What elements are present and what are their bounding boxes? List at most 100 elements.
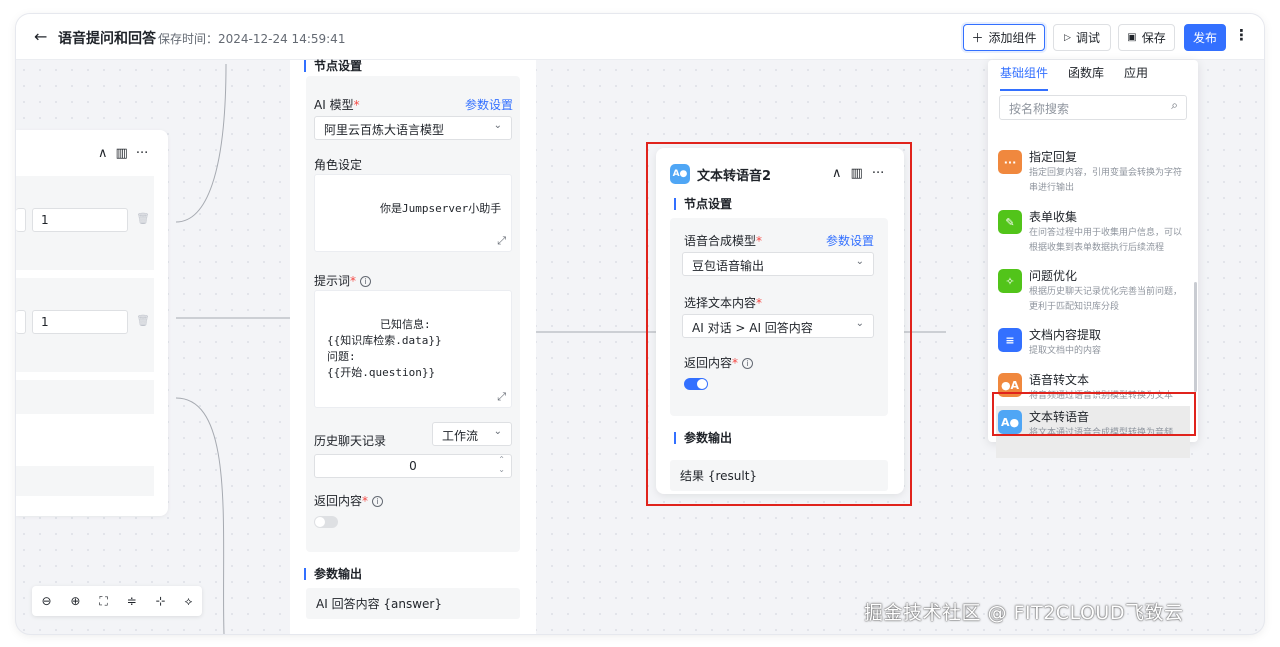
panel-scrollbar[interactable] [1194, 282, 1197, 392]
collapse-icon[interactable]: ∧ [98, 146, 108, 161]
trash-icon[interactable]: 🗑 [136, 314, 150, 327]
expand-all-icon[interactable]: ⊹ [156, 594, 166, 608]
branch-row[interactable] [16, 380, 154, 414]
save-label: 保存 [1141, 31, 1166, 45]
left-node[interactable]: ∧ ▥ ··· 1 🗑 1 🗑 [16, 130, 168, 516]
text-content-value: AI 对话 > AI 回答内容 [692, 321, 813, 335]
expand-icon[interactable]: ⤢ [497, 389, 506, 405]
history-source-select[interactable]: 工作流 ⌄ [432, 422, 512, 446]
return-toggle[interactable] [684, 378, 708, 390]
component-title: 表单收集 [1029, 210, 1078, 224]
output-row: 结果 {result} [670, 460, 888, 491]
component-desc: 提取文档中的内容 [1029, 346, 1102, 356]
tab-functions[interactable]: 函数库 [1068, 64, 1104, 91]
node-settings-panel: AI 模型* 参数设置 阿里云百炼大语言模型 ⌄ 角色设定 你是Jumpserv… [306, 76, 520, 552]
prompt-label: 提示词* i [314, 272, 372, 289]
output-row: AI 回答内容 {answer} [306, 588, 520, 619]
debug-button[interactable]: ▷ 调试 [1053, 24, 1111, 51]
chevron-down-icon: ⌄ [493, 120, 502, 131]
tts-model-select[interactable]: 豆包语音输出 ⌄ [682, 252, 874, 276]
component-desc: 在问答过程中用于收集用户信息，可以根据收集到表单数据执行后续流程 [1029, 228, 1183, 253]
text-content-select[interactable]: AI 对话 > AI 回答内容 ⌄ [682, 314, 874, 338]
section-node-settings: 节点设置 [304, 60, 362, 72]
zoom-in-icon[interactable]: ⊕ [70, 594, 80, 608]
chart-icon[interactable]: ▥ [116, 146, 128, 161]
save-time: 保存时间：2024-12-24 14:59:41 [158, 32, 346, 46]
return-toggle[interactable] [314, 516, 338, 528]
history-count-stepper[interactable]: 0 ⌃ ⌄ [314, 454, 512, 478]
expand-icon[interactable]: ⤢ [497, 233, 506, 249]
prompt-textarea[interactable]: 已知信息: {{知识库检索.data}} 问题: {{开始.question}}… [314, 290, 512, 408]
role-label: 角色设定 [314, 158, 363, 172]
condition-row: 1 🗑 [16, 176, 154, 270]
form-icon: ✎ [998, 210, 1022, 234]
ai-model-select[interactable]: 阿里云百炼大语言模型 ⌄ [314, 116, 512, 140]
condition-row: 1 🗑 [16, 278, 154, 372]
more-horizontal-icon[interactable]: ··· [136, 146, 148, 161]
more-horizontal-icon[interactable]: ··· [872, 166, 884, 181]
component-panel: 基础组件 函数库 应用 按名称搜索 ⌕ ··· 指定回复 指定回复内容，引用变量会转… [988, 60, 1198, 458]
history-source-value: 工作流 [442, 429, 479, 443]
condition-field[interactable] [16, 208, 26, 232]
highlight-box [992, 392, 1196, 436]
auto-layout-icon[interactable]: ⟡ [185, 594, 193, 609]
role-value: 你是Jumpserver小助手 [379, 202, 502, 215]
document-icon: ≡ [998, 328, 1022, 352]
tab-basic[interactable]: 基础组件 [1000, 64, 1049, 91]
role-textarea[interactable]: 你是Jumpserver小助手 ⤢ [314, 174, 512, 252]
arrow-left-icon[interactable]: ← [34, 27, 47, 46]
add-component-button[interactable]: ＋ 添加组件 [963, 24, 1045, 51]
search-placeholder: 按名称搜索 [1009, 102, 1070, 116]
play-icon: ▷ [1064, 32, 1071, 43]
branch-row[interactable] [16, 466, 154, 496]
chevron-down-icon: ⌄ [855, 318, 864, 329]
debug-label: 调试 [1075, 31, 1100, 45]
prompt-value: 已知信息: {{知识库检索.data}} 问题: {{开始.question}} [327, 318, 442, 379]
condition-field[interactable] [16, 310, 26, 334]
publish-button[interactable]: 发布 [1184, 24, 1226, 51]
fit-view-icon[interactable]: ⛶ [99, 594, 107, 609]
search-input[interactable]: 按名称搜索 ⌕ [999, 95, 1187, 120]
component-item[interactable]: ··· 指定回复 指定回复内容，引用变量会转换为字符串进行输出 [996, 146, 1190, 198]
tts-model-label: 语音合成模型* [684, 234, 763, 248]
save-button[interactable]: ▣ 保存 [1118, 24, 1175, 51]
param-settings-link[interactable]: 参数设置 [826, 232, 874, 249]
section-output: 参数输出 [674, 432, 732, 444]
floppy-icon: ▣ [1127, 32, 1137, 43]
top-bar: ← 语音提问和回答 保存时间：2024-12-24 14:59:41 ＋ 添加组… [16, 14, 1264, 60]
watermark: 掘金技术社区 @ FIT2CLOUD飞致云 [864, 602, 1184, 624]
trash-icon[interactable]: 🗑 [136, 212, 150, 225]
text-to-speech-icon: A● [670, 164, 690, 184]
zoom-toolbar: ⊖ ⊕ ⛶ ≑ ⊹ ⟡ [32, 586, 202, 616]
more-vertical-icon[interactable]: ⋮ [1234, 26, 1249, 44]
search-icon: ⌕ [1171, 98, 1178, 112]
chat-bubble-icon: ··· [998, 150, 1022, 174]
node-tools: ∧ ▥ ··· [832, 166, 884, 181]
tts-model-value: 豆包语音输出 [692, 259, 765, 273]
publish-label: 发布 [1192, 31, 1217, 45]
info-icon: i [372, 496, 384, 507]
chart-icon[interactable]: ▥ [851, 166, 863, 181]
ai-chat-node[interactable]: 节点设置 AI 模型* 参数设置 阿里云百炼大语言模型 ⌄ 角色设定 你是Jum… [290, 60, 536, 634]
collapse-icon[interactable]: ∧ [832, 166, 842, 181]
condition-value-input[interactable]: 1 [32, 310, 128, 334]
stepper-arrows-icon[interactable]: ⌃ ⌄ [498, 455, 505, 475]
node-tools: ∧ ▥ ··· [98, 146, 148, 161]
param-settings-link[interactable]: 参数设置 [465, 96, 513, 113]
component-title: 语音转文本 [1029, 373, 1090, 387]
section-node-settings: 节点设置 [674, 198, 732, 210]
info-icon: i [742, 358, 754, 369]
component-item[interactable]: ✎ 表单收集在问答过程中用于收集用户信息，可以根据收集到表单数据执行后续流程 [996, 206, 1190, 258]
tab-apps[interactable]: 应用 [1124, 64, 1148, 91]
ai-model-label: AI 模型* [314, 98, 360, 112]
component-item[interactable]: ✧ 问题优化 根据历史聊天记录优化完善当前问题，更利于匹配知识库分段 [996, 265, 1190, 317]
add-component-label: 添加组件 [988, 31, 1037, 45]
collapse-all-icon[interactable]: ≑ [127, 594, 137, 608]
condition-value-input[interactable]: 1 [32, 208, 128, 232]
return-label: 返回内容* i [314, 492, 384, 509]
tts-node[interactable]: A● 文本转语音2 ∧ ▥ ··· 节点设置 语音合成模型* 参数设置 豆包语音… [656, 148, 904, 494]
info-icon: i [360, 276, 372, 287]
ai-model-value: 阿里云百炼大语言模型 [324, 123, 445, 137]
workflow-canvas[interactable]: ← 语音提问和回答 保存时间：2024-12-24 14:59:41 ＋ 添加组… [16, 14, 1264, 634]
zoom-out-icon[interactable]: ⊖ [41, 594, 51, 608]
